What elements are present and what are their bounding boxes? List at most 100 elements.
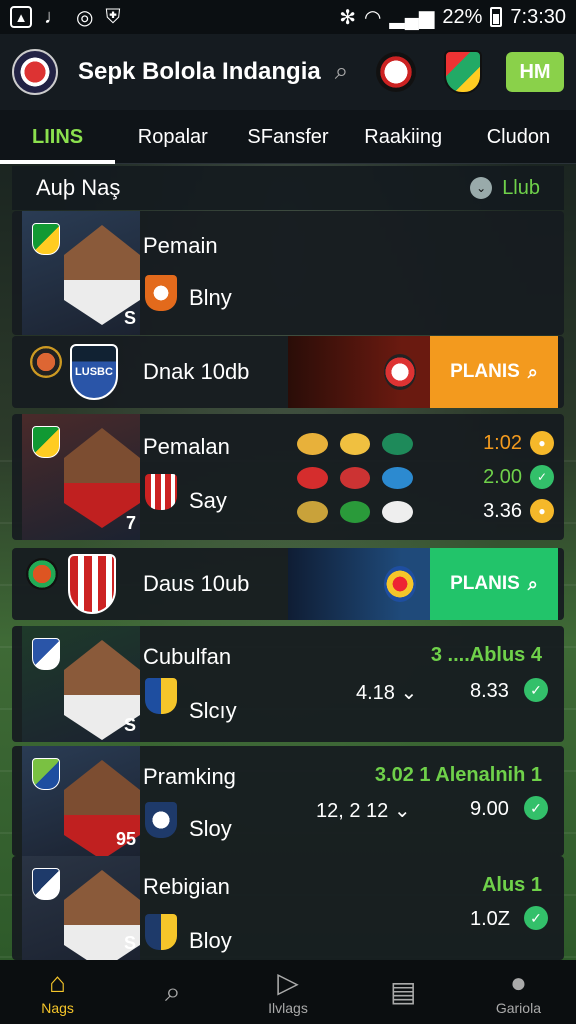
search-icon: ⌕	[527, 573, 538, 594]
club-crest-icon	[32, 638, 60, 670]
nav-search[interactable]: ⌕	[115, 960, 230, 1024]
player-card[interactable]: 7 Pemalan Say 1:02 ● 2.00 ✓ 3.36 ●	[12, 414, 564, 540]
odds-value[interactable]: 1.0Z	[470, 908, 510, 931]
tab-ropalar[interactable]: Ropalar	[115, 110, 230, 164]
player-name: Pramking	[143, 764, 236, 789]
bottom-nav: ⌂ Nags ⌕ ▷ Ilvlags ▤ ● Gariola	[0, 960, 576, 1024]
coin-icon: ●	[530, 499, 554, 523]
coin-icon: ●	[530, 431, 554, 455]
club-logo-icon[interactable]	[382, 467, 413, 489]
promo-card[interactable]: Daus 10ub PLANIS ⌕	[12, 548, 564, 620]
odds-value[interactable]: 12, 2 12 ⌄	[316, 798, 411, 823]
club-crest-icon	[32, 223, 60, 255]
club-crest-icon	[145, 802, 177, 838]
odds-row[interactable]: 1:02 ●	[464, 426, 554, 460]
odds-row[interactable]: 3.36 ●	[464, 494, 554, 528]
check-icon[interactable]: ✓	[524, 906, 548, 930]
player-number: S	[123, 933, 136, 953]
check-icon[interactable]: ✓	[524, 796, 548, 820]
odds-value[interactable]: 4.18 ⌄	[356, 680, 417, 705]
player-card[interactable]: 95 Pramking Sloy 3.02 1 Alenalnih 1 12, …	[12, 746, 564, 856]
signal-icon: ▂▄▆	[389, 6, 435, 29]
tab-raakiing[interactable]: Raakiing	[346, 110, 461, 164]
club-logo-icon[interactable]	[297, 433, 328, 455]
player-number: 7	[125, 513, 136, 533]
tab-sfansfer[interactable]: SFansfer	[230, 110, 345, 164]
club-name: Slcıy	[189, 698, 237, 723]
chevron-down-icon: ⌄	[393, 800, 411, 822]
brand-logo-icon	[384, 566, 416, 602]
club-crest-icon	[145, 474, 177, 510]
club-logo-icon[interactable]	[339, 467, 371, 489]
nav-clipboard[interactable]: ▤	[346, 960, 461, 1024]
clipboard-icon: ▤	[389, 976, 417, 1007]
bluetooth-icon: ✻	[339, 6, 356, 29]
league-crest-icon	[26, 558, 58, 590]
player-portrait: 7	[22, 414, 140, 540]
club-name: Say	[189, 488, 227, 513]
profile-icon: ●	[509, 967, 527, 998]
player-card[interactable]: S Cubulfan Slcıy 3 ....Ablus 4 4.18 ⌄ 8.…	[12, 626, 564, 742]
score-line: 3.02 1 Alenalnih 1	[374, 764, 542, 786]
app-logo[interactable]	[12, 49, 58, 95]
club-crest-icon	[32, 426, 60, 458]
club-badge-icon[interactable]	[376, 52, 417, 92]
filter-label: Llub	[502, 176, 540, 199]
club-shield-icon: LUSBC	[70, 344, 118, 400]
search-icon[interactable]: ⌕	[335, 58, 348, 86]
player-name: Cubulfan	[143, 644, 232, 669]
odds-value[interactable]: 8.33	[470, 680, 509, 703]
section-header: Auþ Naş ⌄ Llub	[12, 166, 564, 210]
odds-row[interactable]: 2.00 ✓	[464, 460, 554, 494]
nav-home[interactable]: ⌂ Nags	[0, 960, 115, 1024]
player-name: Pemain	[143, 233, 218, 258]
league-crest-icon	[30, 346, 62, 378]
chevron-down-icon: ⌄	[400, 682, 418, 704]
player-portrait: 95	[22, 746, 140, 856]
club-logo-icon[interactable]	[297, 501, 328, 523]
odds-value: 1:02	[483, 431, 522, 454]
club-logo-grid	[292, 428, 418, 528]
odds-value: 3.36	[483, 499, 522, 522]
club-logo-icon[interactable]	[339, 501, 371, 523]
club-crest-icon	[145, 678, 177, 714]
club-logo-icon[interactable]	[382, 433, 413, 455]
player-name: Pemalan	[143, 434, 230, 459]
tab-cludon[interactable]: Cludon	[461, 110, 576, 164]
nav-label: Ilvlags	[268, 1000, 308, 1016]
player-portrait: S	[22, 856, 140, 960]
planis-button[interactable]: PLANIS ⌕	[430, 336, 558, 408]
clock-icon: ◎	[76, 6, 94, 29]
planis-button[interactable]: PLANIS ⌕	[430, 548, 558, 620]
club-shield-icon	[68, 554, 116, 614]
player-name: Rebigian	[143, 874, 230, 899]
nav-profile[interactable]: ● Gariola	[461, 960, 576, 1024]
nav-videos[interactable]: ▷ Ilvlags	[230, 960, 345, 1024]
club-crest-icon	[145, 275, 177, 311]
club-logo-icon[interactable]	[339, 433, 371, 455]
club-logo-icon[interactable]	[297, 467, 328, 489]
notification-icon: ♩	[44, 5, 64, 28]
home-icon: ⌂	[49, 967, 67, 998]
odds-value[interactable]: 9.00	[470, 798, 509, 821]
clock-time: 7:3:30	[510, 5, 566, 28]
search-icon: ⌕	[527, 361, 538, 382]
app-title: Sepk Bolola Indangia	[78, 58, 321, 85]
player-card[interactable]: S Rebigian Bloy Alus 1 1.0Z ✓	[12, 856, 564, 960]
brand-logo-icon	[384, 354, 416, 390]
hm-button[interactable]: HM	[506, 52, 564, 92]
app-header: Sepk Bolola Indangia ⌕ HM	[0, 34, 576, 110]
player-card[interactable]: S Pemain Blny	[12, 211, 564, 335]
player-number: S	[123, 308, 136, 328]
planis-label: PLANIS	[450, 573, 520, 594]
tab-liins[interactable]: LIINS	[0, 110, 116, 164]
odds-value: 2.00	[483, 465, 522, 488]
promo-title: Daus 10ub	[143, 571, 250, 596]
section-title: Auþ Naş	[36, 175, 121, 200]
club-filter[interactable]: ⌄ Llub	[470, 177, 540, 200]
club-logo-icon[interactable]	[382, 501, 413, 523]
promo-card[interactable]: LUSBC Dnak 10db PLANIS ⌕	[12, 336, 564, 408]
promo-title: Dnak 10db	[143, 359, 250, 384]
check-icon[interactable]: ✓	[524, 678, 548, 702]
league-badge-icon[interactable]	[444, 50, 483, 94]
